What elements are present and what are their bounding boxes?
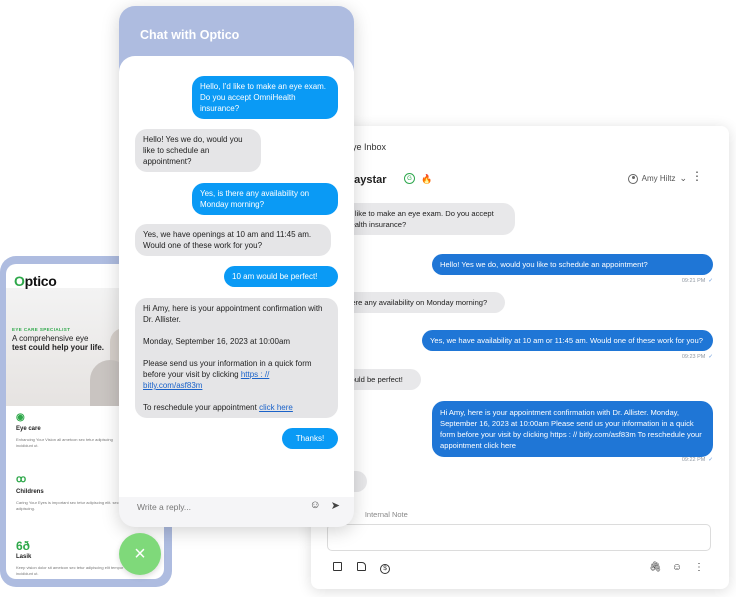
- optico-logo[interactable]: Optico: [14, 273, 57, 289]
- close-chat-button[interactable]: ×: [119, 533, 161, 575]
- feature-text: Keep vision dolor sit ametcon sec tetur …: [16, 565, 124, 576]
- verified-icon: G: [404, 173, 415, 184]
- assignee-selector[interactable]: Amy Hiltz ⌄: [627, 173, 687, 184]
- feature-title: Childrens: [16, 489, 44, 495]
- more-options-icon[interactable]: ⋮: [693, 562, 705, 574]
- inbox-panel: irdeye Inbox y Daystar G 🔥 Amy Hiltz ⌄ ⋮…: [311, 126, 729, 589]
- composer-toolbar-left: $: [331, 562, 391, 574]
- lasik-icon: 6ð: [16, 539, 31, 553]
- chevron-down-icon: ⌄: [679, 173, 687, 183]
- attachment-icon[interactable]: 🖇: [649, 562, 662, 574]
- hero-eyebrow: EYE CARE SPECIALIST: [12, 327, 71, 332]
- reschedule-text: To reschedule your appointment click her…: [143, 403, 293, 412]
- message-input[interactable]: [327, 524, 711, 551]
- note-icon[interactable]: [355, 562, 367, 574]
- read-check-icon: ✓: [708, 354, 713, 360]
- tab-internal-note[interactable]: Internal Note: [365, 510, 408, 522]
- read-check-icon: ✓: [708, 457, 713, 463]
- feature-title: Lasik: [16, 554, 32, 560]
- feature-text: Enhancing Your Vision all ametcon sec te…: [16, 437, 113, 448]
- chat-message-outgoing: 10 am would be perfect!: [224, 266, 338, 287]
- composer-toolbar-right: 🖇 ☺ ⋮: [649, 562, 705, 574]
- reply-input[interactable]: Write a reply...: [137, 502, 191, 512]
- confirmation-date: Monday, September 16, 2023 at 10:00am: [143, 337, 291, 346]
- payment-icon[interactable]: $: [379, 562, 391, 574]
- more-options-icon[interactable]: ⋮: [691, 170, 703, 182]
- chat-title: Chat with Optico: [140, 28, 240, 42]
- template-icon[interactable]: [331, 562, 343, 574]
- glasses-icon: ꝏ: [16, 474, 27, 485]
- reply-toolbar: ☺ ➤: [310, 499, 340, 512]
- emoji-icon[interactable]: ☺: [310, 499, 321, 512]
- inbox-message-outgoing: Hi Amy, here is your appointment confirm…: [432, 401, 713, 457]
- chat-message-incoming: Hello! Yes we do, would you like to sche…: [135, 129, 261, 172]
- chat-widget: Chat with Optico Hello, I'd like to make…: [119, 6, 354, 527]
- eye-icon: ◉: [16, 412, 25, 423]
- confirmation-form-text: Please send us your information in a qui…: [143, 359, 312, 390]
- inbox-message-incoming: I'd like to make an eye exam. Do you acc…: [337, 203, 515, 235]
- assignee-name: Amy Hiltz: [641, 174, 676, 183]
- flame-icon: 🔥: [421, 174, 433, 184]
- chat-message-outgoing: Thanks!: [282, 428, 338, 449]
- inbox-message-incoming: there any availability on Monday morning…: [337, 292, 505, 313]
- chat-message-incoming: Yes, we have openings at 10 am and 11:45…: [135, 224, 331, 256]
- chat-message-outgoing: Hello, I'd like to make an eye exam. Do …: [192, 76, 338, 119]
- read-check-icon: ✓: [708, 278, 713, 284]
- message-timestamp: 09:23 PM ✓: [681, 354, 713, 360]
- message-timestamp: 09:22 PM ✓: [681, 457, 713, 463]
- chat-message-outgoing: Yes, is there any availability on Monday…: [192, 183, 338, 215]
- inbox-message-outgoing: Hello! Yes we do, would you like to sche…: [432, 254, 713, 275]
- reschedule-link[interactable]: click here: [259, 403, 293, 412]
- contact-icons: G 🔥: [404, 173, 433, 185]
- inbox-message-outgoing: Yes, we have availability at 10 am or 11…: [422, 330, 713, 351]
- feature-title: Eye care: [16, 426, 41, 432]
- confirmation-line: Hi Amy, here is your appointment confirm…: [143, 304, 323, 324]
- hero-headline: A comprehensive eye test could help your…: [12, 334, 105, 352]
- emoji-icon[interactable]: ☺: [671, 562, 683, 574]
- chat-message-incoming: Hi Amy, here is your appointment confirm…: [135, 298, 338, 418]
- message-timestamp: 09:21 PM ✓: [681, 278, 713, 284]
- chat-body: Hello, I'd like to make an eye exam. Do …: [119, 56, 354, 497]
- send-icon[interactable]: ➤: [331, 499, 340, 512]
- user-icon: [627, 173, 638, 184]
- feature-text: Caring Your Eyes is important sec tetur …: [16, 500, 128, 511]
